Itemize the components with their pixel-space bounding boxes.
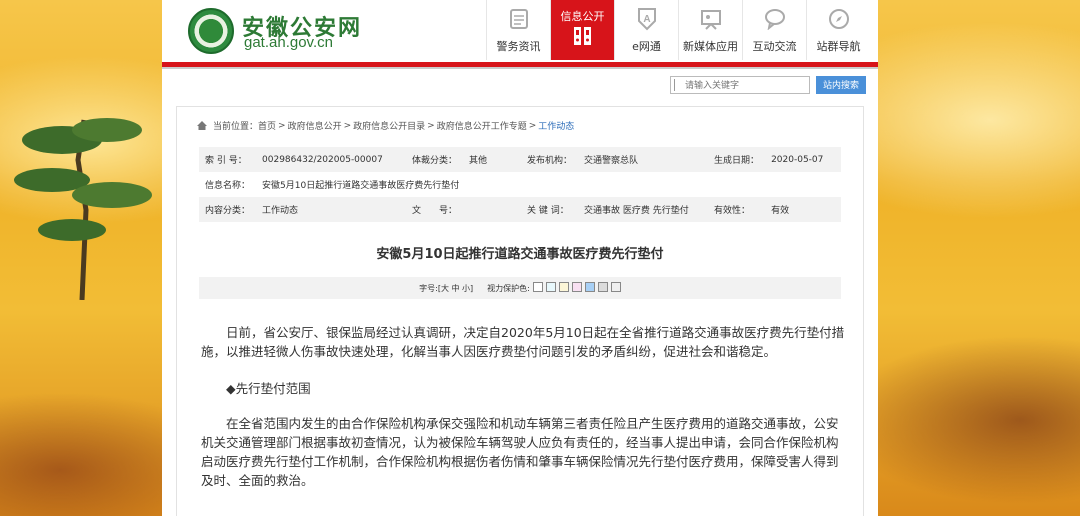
nav-label: 站群导航 <box>816 40 861 53</box>
article-body: 日前，省公安厅、银保监局经过认真调研，决定自2020年5月10日起在全省推行道路… <box>201 323 845 490</box>
home-icon <box>197 121 207 130</box>
type-label: 体裁分类： <box>412 156 458 166</box>
article-title: 安徽5月10日起推行道路交通事故医疗费先行垫付 <box>376 247 664 262</box>
name-label: 信息名称： <box>205 181 251 191</box>
breadcrumb-separator: > <box>427 120 435 131</box>
nav-item-new-media[interactable]: 新媒体应用 <box>678 0 742 60</box>
breadcrumb-separator: > <box>528 120 537 131</box>
color-swatch[interactable] <box>597 282 608 292</box>
validity-label: 有效性： <box>714 206 751 216</box>
nav-item-e-network[interactable]: A e网通 <box>614 0 678 60</box>
color-swatch[interactable] <box>545 282 556 292</box>
search-input[interactable] <box>670 76 810 94</box>
cursor-icon <box>674 79 682 91</box>
breadcrumb-gov-info-catalog[interactable]: 政府信息公开目录 <box>353 119 425 132</box>
color-swatch[interactable] <box>571 282 582 292</box>
nav-label: 新媒体应用 <box>683 40 738 53</box>
category-label: 内容分类： <box>205 206 251 216</box>
breadcrumb-prefix: 当前位置： <box>213 122 259 132</box>
folders-icon <box>570 22 596 48</box>
site-url[interactable]: gat.ah.gov.cn <box>244 34 333 51</box>
article-paragraph: 日前，省公安厅、银保监局经过认真调研，决定自2020年5月10日起在全省推行道路… <box>201 325 845 359</box>
color-swatch-group <box>530 282 621 294</box>
e-badge-icon: A <box>634 6 660 32</box>
metadata-row: 信息名称： 安徽5月10日起推行道路交通事故医疗费先行垫付 <box>199 172 841 197</box>
nav-item-police-news[interactable]: 警务资讯 <box>486 0 550 60</box>
breadcrumb: 当前位置： 首页 > 政府信息公开 > 政府信息公开目录 > 政府信息公开工作专… <box>197 119 574 132</box>
pine-tree-illustration <box>14 118 152 300</box>
police-emblem-icon[interactable] <box>188 8 234 54</box>
date-label: 生成日期： <box>714 156 760 166</box>
site-header: 安徽公安网 gat.ah.gov.cn 警务资讯 信息公开 A e网通 新媒体应… <box>162 0 878 62</box>
breadcrumb-home[interactable]: 首页 <box>258 119 276 132</box>
breadcrumb-work-news[interactable]: 工作动态 <box>538 119 574 132</box>
color-swatch[interactable] <box>558 282 569 292</box>
org-value: 交通警察总队 <box>584 156 639 166</box>
nav-label: 警务资讯 <box>496 40 541 53</box>
reading-tools-bar: 字号:[大 中 小] 视力保护色: <box>199 277 841 299</box>
category-value: 工作动态 <box>262 206 299 216</box>
metadata-table: 索 引 号： 002986432/202005-00007 体裁分类： 其他 发… <box>199 147 841 222</box>
nav-item-info-disclosure[interactable]: 信息公开 <box>550 0 614 60</box>
background-right-scenery <box>878 0 1080 516</box>
metadata-row: 内容分类： 工作动态 文 号： 关 键 词： 交通事故 医疗费 先行垫付 有效性… <box>199 197 841 222</box>
doc-number-value <box>463 197 521 222</box>
breadcrumb-gov-info-topic[interactable]: 政府信息公开工作专题 <box>437 119 527 132</box>
nav-label: e网通 <box>632 40 661 53</box>
keywords-value: 交通事故 医疗费 先行垫付 <box>584 206 689 216</box>
nav-label: 互动交流 <box>752 40 797 53</box>
nav-item-site-nav[interactable]: 站群导航 <box>806 0 870 60</box>
article-container: 当前位置： 首页 > 政府信息公开 > 政府信息公开目录 > 政府信息公开工作专… <box>176 106 864 516</box>
metadata-row: 索 引 号： 002986432/202005-00007 体裁分类： 其他 发… <box>199 147 841 172</box>
color-swatch[interactable] <box>532 282 543 292</box>
site-search-button[interactable]: 站内搜索 <box>816 76 866 94</box>
keywords-label: 关 键 词： <box>527 206 569 216</box>
nav-item-interaction[interactable]: 互动交流 <box>742 0 806 60</box>
index-label: 索 引 号： <box>205 156 247 166</box>
validity-value: 有效 <box>771 206 790 216</box>
document-icon <box>506 6 532 32</box>
name-value: 安徽5月10日起推行道路交通事故医疗费先行垫付 <box>262 181 460 191</box>
doc-number-label: 文 号： <box>412 206 458 216</box>
article-paragraph: 在全省范围内发生的由合作保险机构承保交强险和机动车辆第三者责任险且产生医疗费用的… <box>201 416 839 488</box>
color-swatch[interactable] <box>584 282 595 292</box>
breadcrumb-separator: > <box>278 120 286 131</box>
eye-protect-label: 视力保护色: <box>487 283 530 293</box>
background-left-scenery <box>0 0 162 516</box>
index-value: 002986432/202005-00007 <box>262 154 383 165</box>
search-row: 站内搜索 <box>162 69 878 99</box>
nav-label: 信息公开 <box>560 10 605 23</box>
date-value: 2020-05-07 <box>771 154 824 165</box>
compass-icon <box>826 6 852 32</box>
presentation-icon <box>698 6 724 32</box>
chat-bubble-icon <box>762 6 788 32</box>
article-section-heading: ◆先行垫付范围 <box>226 381 311 396</box>
font-size-selector[interactable]: 字号:[大 中 小] <box>419 283 473 294</box>
type-value: 其他 <box>469 156 488 166</box>
org-label: 发布机构： <box>527 156 573 166</box>
main-page: 安徽公安网 gat.ah.gov.cn 警务资讯 信息公开 A e网通 新媒体应… <box>162 0 878 516</box>
svg-text:A: A <box>643 14 650 25</box>
color-swatch[interactable] <box>610 282 621 292</box>
main-nav: 警务资讯 信息公开 A e网通 新媒体应用 互动交流 站群导航 <box>486 0 870 60</box>
breadcrumb-gov-info[interactable]: 政府信息公开 <box>288 119 342 132</box>
breadcrumb-separator: > <box>343 120 352 131</box>
